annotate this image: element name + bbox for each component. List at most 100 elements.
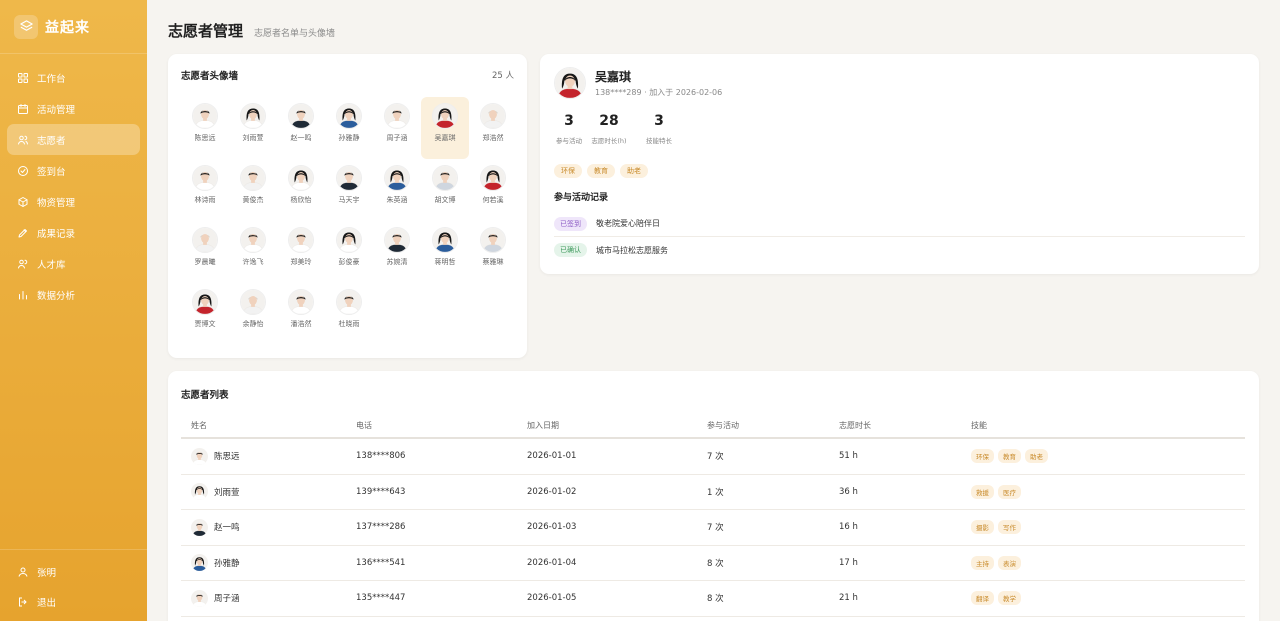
volunteer-list-card: 志愿者列表 姓名 电话 加入日期 参与活动 志愿时长 技能 陈思远 138****806 20… [168,371,1259,621]
avatar-wall-item[interactable]: 何若溪 [469,159,517,221]
avatar-wall-item[interactable]: 杨欣怡 [277,159,325,221]
avatar-name: 罗晨曦 [194,258,216,266]
avatar-wall-item[interactable]: 蔡雅琳 [469,221,517,283]
sidebar-item-label: 志愿者 [37,135,66,147]
avatar-wall-item[interactable]: 陈思远 [181,97,229,159]
stat-label: 参与活动 [556,137,582,145]
team-icon [17,258,29,270]
logout-button[interactable]: 退出 [7,587,140,617]
column-header[interactable]: 技能 [971,420,1241,431]
avatar [384,165,410,191]
phone-cell: 138****806 [356,451,406,462]
calendar-icon [17,103,29,115]
skill-tag: 环保 [971,449,994,464]
avatar-wall-item[interactable]: 罗晨曦 [181,221,229,283]
phone-cell: 136****541 [356,557,406,568]
avatar [240,165,266,191]
avatar [192,227,218,253]
avatar-wall-item[interactable]: 赵一鸣 [277,97,325,159]
avatar-wall-item[interactable]: 苏婉清 [373,221,421,283]
skills-cell: 翻译 教学 [971,591,1241,606]
avatar-name: 林诗雨 [194,196,216,204]
table-row[interactable]: 赵一鸣 137****286 2026-01-03 7 次 16 h 摄影 写作 [181,510,1245,546]
column-header[interactable]: 参与活动 [707,420,839,431]
avatar-wall-item[interactable]: 贾博文 [181,283,229,345]
sidebar-item[interactable]: 数据分析 [7,279,140,310]
avatar [336,103,362,129]
sidebar-item[interactable]: 人才库 [7,248,140,279]
avatar-wall-item[interactable]: 杜晓雨 [325,283,373,345]
avatar-wall-item[interactable]: 马天宇 [325,159,373,221]
activity-name: 城市马拉松志愿服务 [596,245,668,255]
sidebar-item[interactable]: 成果记录 [7,217,140,248]
avatar-name: 孙雅静 [338,134,360,142]
avatar-wall-item[interactable]: 林诗雨 [181,159,229,221]
avatar-wall-item[interactable]: 许逸飞 [229,221,277,283]
sidebar-item[interactable]: 活动管理 [7,93,140,124]
brand[interactable]: 益起来 [0,0,147,54]
avatar-name: 蔡雅琳 [482,258,504,266]
activity-record[interactable]: 已签到 敬老院爱心陪伴日 [554,211,1245,237]
table-row[interactable]: 孙雅静 136****541 2026-01-04 8 次 17 h 主持 表演 [181,546,1245,581]
skill-tag: 环保 [554,164,582,178]
detail-phone: 138****289 [595,88,642,97]
avatar-wall-item[interactable]: 吴嘉琪 [421,97,469,159]
avatar-name: 刘雨萱 [242,134,264,142]
skill-tag: 写作 [998,520,1021,535]
table-row[interactable]: 陈思远 138****806 2026-01-01 7 次 51 h 环保 教育 助老 [181,439,1245,475]
activity-record[interactable]: 已确认 城市马拉松志愿服务 [554,237,1245,263]
volunteer-list-title: 志愿者列表 [181,390,229,401]
sidebar-item[interactable]: 志愿者 [7,124,140,155]
avatar-wall-item[interactable]: 郑浩然 [469,97,517,159]
avatar-wall-item[interactable]: 彭俊豪 [325,221,373,283]
stat-label: 技能特长 [646,137,672,145]
hours-cell: 17 h [839,557,858,568]
avatar-wall-item[interactable]: 蒋明哲 [421,221,469,283]
column-header[interactable]: 志愿时长 [839,420,971,431]
avatar [288,289,314,315]
column-header[interactable]: 电话 [356,420,527,431]
avatar-wall-item[interactable]: 刘雨萱 [229,97,277,159]
phone-cell: 137****286 [356,522,406,533]
table-row[interactable]: 刘雨萱 139****643 2026-01-02 1 次 36 h 救援 医疗 [181,475,1245,510]
avatar-wall-item[interactable]: 孙雅静 [325,97,373,159]
table-header-row: 姓名 电话 加入日期 参与活动 志愿时长 技能 [181,414,1245,439]
sidebar-item[interactable]: 签到台 [7,155,140,186]
phone-cell: 135****447 [356,593,406,604]
avatar [480,103,506,129]
column-header[interactable]: 姓名 [181,420,356,431]
skills-cell: 环保 教育 助老 [971,449,1241,464]
stat-label: 志愿时长(h) [591,137,627,145]
pen-icon [17,227,29,239]
skill-tag: 医疗 [998,484,1021,499]
avatar-wall-item[interactable]: 郑美玲 [277,221,325,283]
skills-cell: 摄影 写作 [971,520,1241,535]
avatar-wall-item[interactable]: 朱英涵 [373,159,421,221]
name-cell: 周子涵 [181,589,356,607]
sidebar-item[interactable]: 物资管理 [7,186,140,217]
avatar-wall-item[interactable]: 周子涵 [373,97,421,159]
records-title: 参与活动记录 [554,193,609,203]
table-row[interactable]: 周子涵 135****447 2026-01-05 8 次 21 h 翻译 教学 [181,581,1245,617]
table-body: 陈思远 138****806 2026-01-01 7 次 51 h 环保 教育 助老 刘雨萱 1… [181,439,1245,617]
volunteer-name: 周子涵 [214,594,240,605]
status-badge: 已签到 [554,216,587,231]
logout-label: 退出 [37,598,57,609]
avatar-wall-item[interactable]: 胡文博 [421,159,469,221]
name-cell: 孙雅静 [181,554,356,572]
avatar-wall-item[interactable]: 潘浩然 [277,283,325,345]
column-header[interactable]: 加入日期 [527,420,707,431]
skill-tag: 救援 [971,484,994,499]
sidebar-item[interactable]: 工作台 [7,62,140,93]
avatar-wall-item[interactable]: 黄俊杰 [229,159,277,221]
detail-meta: 138****289 · 加入于 2026-02-06 [595,88,723,97]
avatar [432,227,458,253]
avatar-name: 何若溪 [482,196,504,204]
skill-tag: 教育 [587,164,615,178]
avatar-wall-item[interactable]: 余静怡 [229,283,277,345]
date-cell: 2026-01-03 [527,522,577,533]
page-header: 志愿者管理 志愿者名单与头像墙 [168,20,335,41]
user-profile[interactable]: 张明 [7,557,140,587]
avatar [288,103,314,129]
avatar [192,103,218,129]
